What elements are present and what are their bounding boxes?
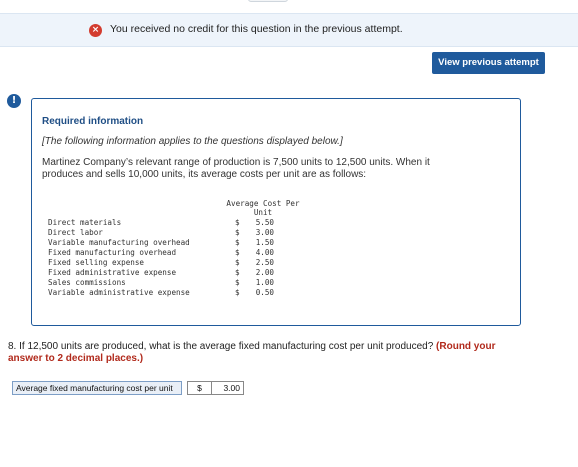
cost-row-value: 0.50	[255, 288, 274, 297]
cost-row: Variable manufacturing overhead $1.50	[48, 238, 308, 248]
cost-row: Direct materials $5.50	[48, 218, 308, 228]
credit-banner: × You received no credit for this questi…	[0, 13, 578, 47]
cost-row-label: Direct labor	[48, 228, 103, 237]
cost-row-label: Fixed selling expense	[48, 258, 145, 267]
cost-row-label: Variable manufacturing overhead	[48, 238, 190, 247]
top-tab-edge	[248, 0, 288, 2]
cost-row: Variable administrative expense $0.50	[48, 288, 308, 298]
cost-table-body: Direct materials $5.50 Direct labor $3.00 Va…	[48, 218, 308, 298]
cost-row-value: 2.00	[255, 268, 274, 277]
cost-row-currency: $	[235, 218, 240, 227]
required-information-box: Required information [The following info…	[31, 98, 521, 326]
cost-row-label: Fixed manufacturing overhead	[48, 248, 177, 257]
cost-row-currency: $	[235, 258, 240, 267]
answer-currency: $	[187, 381, 211, 395]
view-previous-attempt-button[interactable]: View previous attempt	[432, 52, 545, 74]
cost-row-value: 1.50	[255, 238, 274, 247]
cost-row-value: 1.00	[255, 278, 274, 287]
cost-row-currency: $	[235, 288, 240, 297]
cost-row-label: Fixed administrative expense	[48, 268, 177, 277]
cost-row-label: Sales commissions	[48, 278, 126, 287]
answer-input[interactable]	[211, 381, 244, 395]
question-prompt: 8. If 12,500 units are produced, what is…	[8, 341, 434, 352]
cost-row-value: 4.00	[255, 248, 274, 257]
credit-message: You received no credit for this question…	[110, 23, 403, 35]
cost-row: Direct labor $3.00	[48, 228, 308, 238]
question-text: 8. If 12,500 units are produced, what is…	[8, 341, 528, 365]
cost-row-currency: $	[235, 268, 240, 277]
cost-row: Fixed administrative expense $2.00	[48, 268, 308, 278]
cost-row: Sales commissions $1.00	[48, 278, 308, 288]
cost-row-currency: $	[235, 248, 240, 257]
answer-label: Average fixed manufacturing cost per uni…	[12, 381, 182, 395]
cost-row-currency: $	[235, 238, 240, 247]
cost-row-label: Direct materials	[48, 218, 122, 227]
cost-row: Fixed selling expense $2.50	[48, 258, 308, 268]
exclamation-icon: !	[7, 94, 21, 108]
cost-column-header: Average Cost Per Unit	[226, 199, 300, 217]
cost-row-label: Variable administrative expense	[48, 288, 190, 297]
cost-row-currency: $	[235, 278, 240, 287]
required-information-description: Martinez Company’s relevant range of pro…	[42, 157, 430, 180]
cost-row-value: 3.00	[255, 228, 274, 237]
cost-row-currency: $	[235, 228, 240, 237]
cost-row: Fixed manufacturing overhead $4.00	[48, 248, 308, 258]
required-information-title: Required information	[42, 116, 144, 127]
required-information-note: [The following information applies to th…	[42, 136, 343, 147]
cost-row-value: 2.50	[255, 258, 274, 267]
cost-row-value: 5.50	[255, 218, 274, 227]
x-icon: ×	[89, 24, 102, 37]
